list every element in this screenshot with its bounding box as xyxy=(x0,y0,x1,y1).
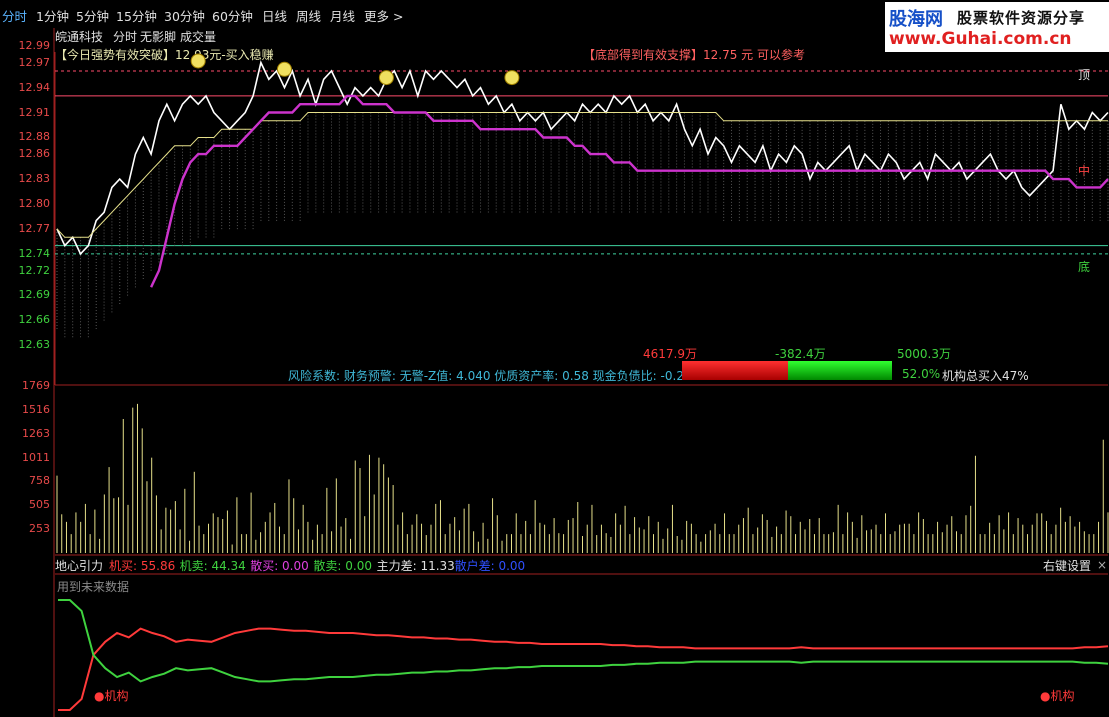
smiley-marker xyxy=(504,70,520,86)
smiley-marker xyxy=(378,70,394,86)
smiley-marker xyxy=(276,61,292,77)
chart-canvas xyxy=(53,28,1109,717)
smiley-marker xyxy=(190,53,206,69)
